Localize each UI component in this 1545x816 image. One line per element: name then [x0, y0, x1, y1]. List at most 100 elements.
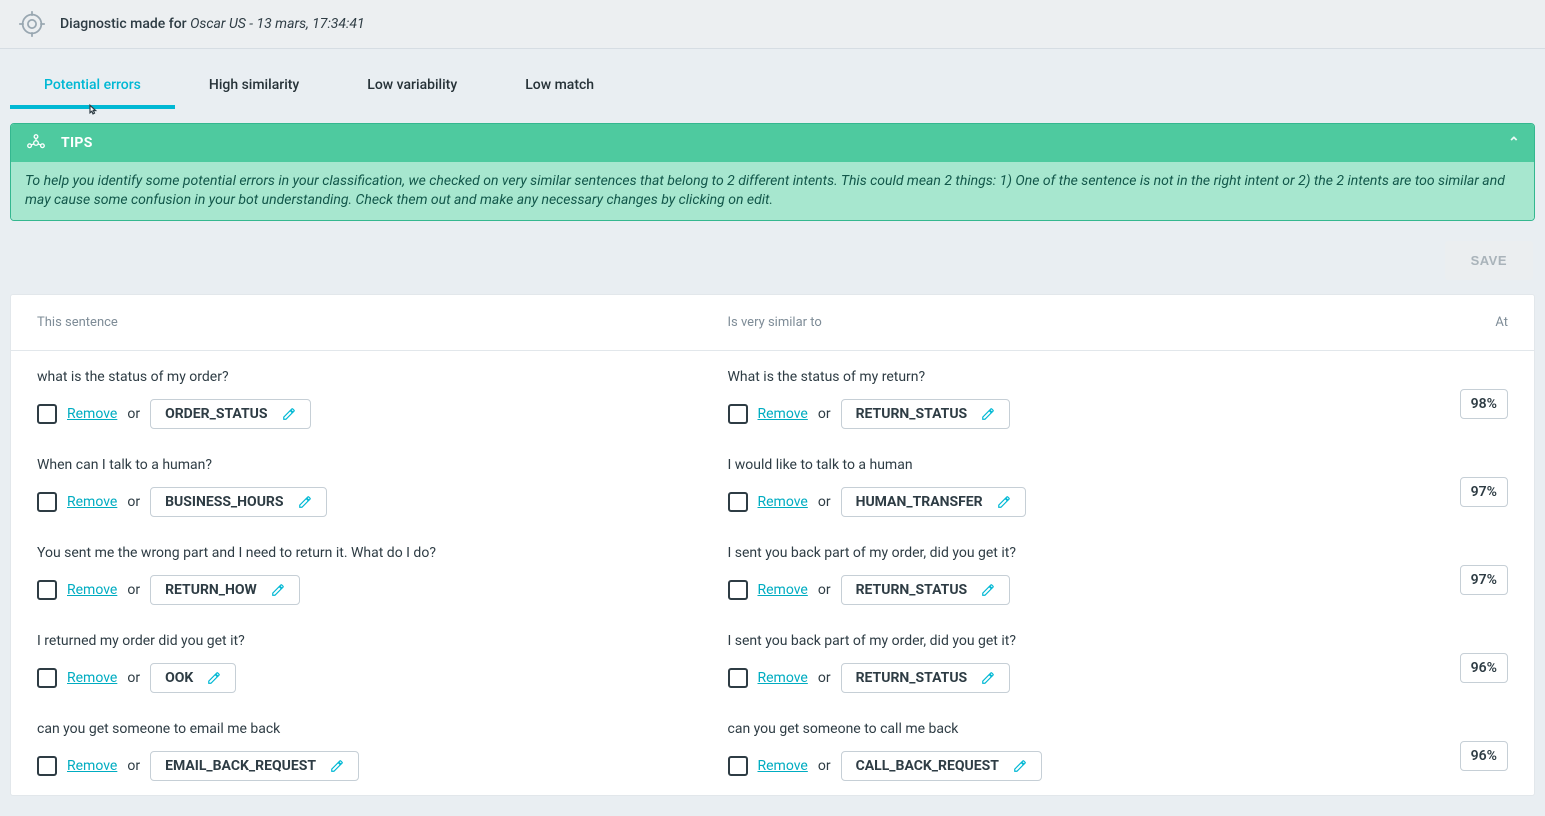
intent-label: RETURN_STATUS	[856, 670, 968, 686]
intent-label: RETURN_HOW	[165, 582, 257, 598]
similarity-score: 96%	[1460, 653, 1508, 683]
remove-link[interactable]: Remove	[758, 406, 808, 422]
save-button[interactable]: SAVE	[1445, 241, 1533, 280]
result-row: I returned my order did you get it? Remo…	[11, 619, 1534, 707]
edit-icon	[1013, 759, 1027, 773]
col-similar-to: Is very similar to	[728, 315, 1409, 330]
intent-chip[interactable]: BUSINESS_HOURS	[150, 487, 326, 517]
remove-link[interactable]: Remove	[758, 494, 808, 510]
page-title: Diagnostic made for Oscar US - 13 mars, …	[60, 16, 365, 32]
similarity-score: 97%	[1460, 477, 1508, 507]
select-checkbox[interactable]	[37, 668, 57, 688]
intent-chip[interactable]: RETURN_STATUS	[841, 399, 1011, 429]
similarity-score: 97%	[1460, 565, 1508, 595]
results-header: This sentence Is very similar to At	[11, 295, 1534, 351]
result-row: When can I talk to a human? Remove or BU…	[11, 443, 1534, 531]
sentence-text: What is the status of my return?	[728, 369, 1409, 385]
remove-link[interactable]: Remove	[758, 758, 808, 774]
edit-icon	[981, 583, 995, 597]
sentence-text: can you get someone to email me back	[37, 721, 718, 737]
edit-icon	[298, 495, 312, 509]
intent-chip[interactable]: HUMAN_TRANSFER	[841, 487, 1026, 517]
intent-chip[interactable]: RETURN_STATUS	[841, 663, 1011, 693]
sentence-text: what is the status of my order?	[37, 369, 718, 385]
select-checkbox[interactable]	[37, 404, 57, 424]
or-text: or	[127, 758, 140, 774]
collapse-icon[interactable]: ⌃	[1508, 135, 1520, 151]
sentence-text: You sent me the wrong part and I need to…	[37, 545, 718, 561]
or-text: or	[127, 406, 140, 422]
or-text: or	[127, 670, 140, 686]
remove-link[interactable]: Remove	[67, 406, 117, 422]
edit-icon	[282, 407, 296, 421]
intent-chip[interactable]: RETURN_HOW	[150, 575, 300, 605]
intent-label: EMAIL_BACK_REQUEST	[165, 758, 316, 774]
intent-chip[interactable]: OOK	[150, 663, 236, 693]
tabs: Potential errors High similarity Low var…	[0, 63, 1545, 109]
edit-icon	[981, 671, 995, 685]
intent-chip[interactable]: ORDER_STATUS	[150, 399, 310, 429]
remove-link[interactable]: Remove	[758, 582, 808, 598]
or-text: or	[818, 582, 831, 598]
select-checkbox[interactable]	[37, 756, 57, 776]
sentence-text: I would like to talk to a human	[728, 457, 1409, 473]
col-this-sentence: This sentence	[37, 315, 718, 330]
edit-icon	[981, 407, 995, 421]
tips-header: TIPS ⌃	[11, 124, 1534, 162]
tab-low-match[interactable]: Low match	[491, 63, 628, 109]
or-text: or	[818, 494, 831, 510]
select-checkbox[interactable]	[37, 580, 57, 600]
sentence-text: I returned my order did you get it?	[37, 633, 718, 649]
select-checkbox[interactable]	[728, 668, 748, 688]
intent-chip[interactable]: EMAIL_BACK_REQUEST	[150, 751, 359, 781]
edit-icon	[271, 583, 285, 597]
page-title-prefix: Diagnostic made for	[60, 16, 190, 32]
edit-icon	[997, 495, 1011, 509]
results-card: This sentence Is very similar to At what…	[10, 294, 1535, 796]
intent-label: HUMAN_TRANSFER	[856, 494, 983, 510]
select-checkbox[interactable]	[728, 580, 748, 600]
or-text: or	[127, 494, 140, 510]
select-checkbox[interactable]	[728, 492, 748, 512]
remove-link[interactable]: Remove	[67, 582, 117, 598]
select-checkbox[interactable]	[728, 404, 748, 424]
or-text: or	[818, 670, 831, 686]
remove-link[interactable]: Remove	[67, 758, 117, 774]
similarity-score: 96%	[1460, 741, 1508, 771]
tab-high-similarity[interactable]: High similarity	[175, 63, 333, 109]
intent-label: CALL_BACK_REQUEST	[856, 758, 999, 774]
or-text: or	[818, 406, 831, 422]
remove-link[interactable]: Remove	[67, 494, 117, 510]
or-text: or	[818, 758, 831, 774]
select-checkbox[interactable]	[728, 756, 748, 776]
intent-label: ORDER_STATUS	[165, 406, 267, 422]
sentence-text: I sent you back part of my order, did yo…	[728, 633, 1409, 649]
edit-icon	[330, 759, 344, 773]
intent-label: BUSINESS_HOURS	[165, 494, 283, 510]
tips-title: TIPS	[61, 135, 93, 151]
similarity-score: 98%	[1460, 389, 1508, 419]
page-header: Diagnostic made for Oscar US - 13 mars, …	[0, 0, 1545, 49]
intent-label: RETURN_STATUS	[856, 406, 968, 422]
or-text: or	[127, 582, 140, 598]
tips-body: To help you identify some potential erro…	[11, 162, 1534, 220]
intent-label: OOK	[165, 670, 193, 686]
remove-link[interactable]: Remove	[67, 670, 117, 686]
sentence-text: I sent you back part of my order, did yo…	[728, 545, 1409, 561]
tips-panel: TIPS ⌃ To help you identify some potenti…	[10, 123, 1535, 221]
sentence-text: When can I talk to a human?	[37, 457, 718, 473]
result-row: You sent me the wrong part and I need to…	[11, 531, 1534, 619]
tab-potential-errors[interactable]: Potential errors	[10, 63, 175, 109]
result-row: what is the status of my order? Remove o…	[11, 351, 1534, 443]
intent-chip[interactable]: RETURN_STATUS	[841, 575, 1011, 605]
remove-link[interactable]: Remove	[758, 670, 808, 686]
molecule-icon	[25, 132, 47, 154]
target-icon	[18, 10, 46, 38]
intent-label: RETURN_STATUS	[856, 582, 968, 598]
intent-chip[interactable]: CALL_BACK_REQUEST	[841, 751, 1042, 781]
select-checkbox[interactable]	[37, 492, 57, 512]
edit-icon	[207, 671, 221, 685]
tab-low-variability[interactable]: Low variability	[333, 63, 491, 109]
page-title-entity: Oscar US - 13 mars, 17:34:41	[190, 16, 365, 32]
sentence-text: can you get someone to call me back	[728, 721, 1409, 737]
